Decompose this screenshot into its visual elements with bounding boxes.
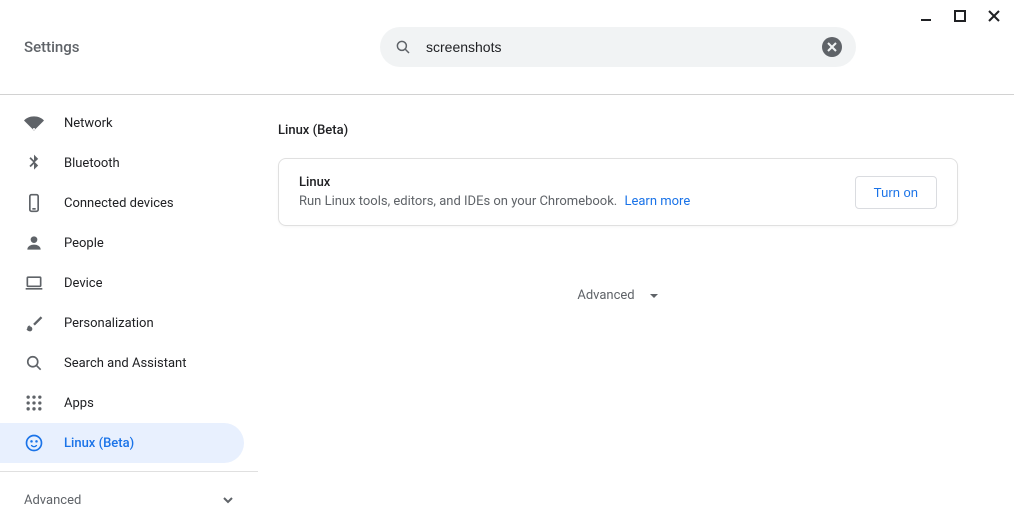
sidebar-item-device[interactable]: Device [0,263,258,303]
sidebar-item-apps[interactable]: Apps [0,383,258,423]
section-title: Linux (Beta) [278,123,1014,138]
chevron-down-icon [649,291,659,301]
chevron-down-icon [222,494,234,506]
turn-on-button[interactable]: Turn on [855,176,937,209]
laptop-icon [24,273,44,293]
advanced-toggle-label: Advanced [577,288,634,303]
sidebar-item-label: Linux (Beta) [64,436,134,451]
sidebar-item-label: Bluetooth [64,156,120,171]
sidebar-item-network[interactable]: Network [0,103,258,143]
sidebar-item-connected-devices[interactable]: Connected devices [0,183,258,223]
sidebar-item-label: People [64,236,104,251]
header: Settings [0,0,1014,95]
smartphone-icon [24,193,44,213]
sidebar: Network Bluetooth Connected devices Peop… [0,95,258,501]
sidebar-item-people[interactable]: People [0,223,258,263]
sidebar-item-label: Connected devices [64,196,174,211]
apps-icon [24,393,44,413]
advanced-toggle[interactable]: Advanced [278,288,958,303]
sidebar-item-label: Personalization [64,316,154,331]
search-box[interactable] [380,27,856,67]
sidebar-item-search-assistant[interactable]: Search and Assistant [0,343,258,383]
linux-card: Linux Run Linux tools, editors, and IDEs… [278,158,958,226]
sidebar-item-label: Apps [64,396,94,411]
sidebar-divider [0,471,258,472]
search-icon [394,38,412,56]
magnify-icon [24,353,44,373]
sidebar-item-label: Device [64,276,103,291]
sidebar-item-label: Search and Assistant [64,356,187,371]
linux-icon [24,433,44,453]
person-icon [24,233,44,253]
wifi-icon [24,113,44,133]
brush-icon [24,313,44,333]
search-input[interactable] [426,39,822,55]
sidebar-item-bluetooth[interactable]: Bluetooth [0,143,258,183]
sidebar-advanced-label: Advanced [24,493,81,508]
card-description: Run Linux tools, editors, and IDEs on yo… [299,194,690,209]
bluetooth-icon [24,153,44,173]
sidebar-advanced[interactable]: Advanced [0,480,258,520]
sidebar-item-linux-beta[interactable]: Linux (Beta) [0,423,244,463]
learn-more-link[interactable]: Learn more [624,194,690,209]
main-content: Linux (Beta) Linux Run Linux tools, edit… [258,95,1014,501]
sidebar-item-label: Network [64,116,113,131]
page-title: Settings [24,38,380,56]
clear-search-icon[interactable] [822,37,842,57]
card-title: Linux [299,175,690,190]
sidebar-item-personalization[interactable]: Personalization [0,303,258,343]
